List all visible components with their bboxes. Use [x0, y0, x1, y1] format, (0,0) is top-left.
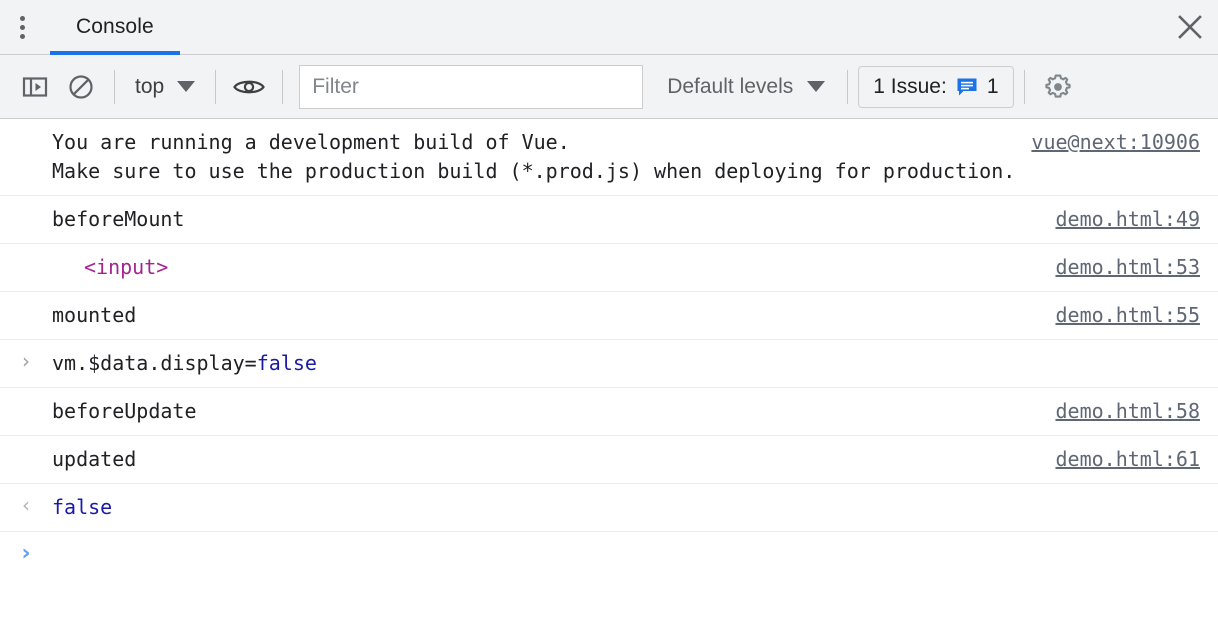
issues-count: 1: [987, 75, 999, 99]
console-row-gutter: [0, 397, 52, 399]
console-row[interactable]: mounted demo.html:55: [0, 292, 1218, 340]
command-chevron-icon: ›: [22, 351, 30, 371]
more-vertical-icon[interactable]: [0, 0, 44, 54]
tab-console[interactable]: Console: [50, 0, 180, 54]
console-row[interactable]: updated demo.html:61: [0, 436, 1218, 484]
tabbar-spacer: [180, 0, 1162, 54]
source-link[interactable]: demo.html:58: [1056, 397, 1201, 426]
console-message-text: updated: [52, 445, 1056, 474]
console-row[interactable]: <input> demo.html:53: [0, 244, 1218, 292]
console-row-gutter: [0, 301, 52, 303]
execution-context-value: top: [135, 75, 164, 99]
command-keyword: false: [257, 351, 317, 375]
console-message-text: mounted: [52, 301, 1056, 330]
issues-label: 1 Issue:: [873, 75, 947, 99]
chevron-down-icon: [177, 81, 195, 92]
console-row-gutter: [0, 445, 52, 447]
console-result-row[interactable]: ‹ false: [0, 484, 1218, 532]
log-levels-selector[interactable]: Default levels: [655, 67, 837, 107]
result-chevron-icon: ‹: [22, 495, 30, 515]
issues-badge[interactable]: 1 Issue: 1: [858, 66, 1013, 108]
devtools-tabbar: Console: [0, 0, 1218, 55]
chevron-down-icon: [807, 81, 825, 92]
console-row[interactable]: beforeMount demo.html:49: [0, 196, 1218, 244]
source-link[interactable]: vue@next:10906: [1031, 128, 1200, 157]
toolbar-divider-1: [114, 70, 115, 104]
command-expression: vm.$data.display=: [52, 351, 257, 375]
prompt-chevron-icon: ›: [21, 543, 30, 565]
console-message-text: beforeUpdate: [52, 397, 1056, 426]
dom-node-token[interactable]: <input>: [84, 255, 168, 279]
show-console-sidebar-icon[interactable]: [12, 64, 58, 110]
toolbar-divider-4: [847, 70, 848, 104]
source-link[interactable]: demo.html:61: [1056, 445, 1201, 474]
console-row-gutter: ›: [0, 541, 52, 565]
execution-context-selector[interactable]: top: [125, 67, 205, 107]
console-command-row[interactable]: › vm.$data.display=false: [0, 340, 1218, 388]
eye-icon[interactable]: [226, 64, 272, 110]
console-prompt-row[interactable]: ›: [0, 532, 1218, 578]
console-result-text: false: [52, 493, 1200, 522]
toolbar-divider-3: [282, 70, 283, 104]
filter-placeholder: Filter: [312, 75, 359, 99]
tab-console-label: Console: [76, 15, 154, 39]
console-row-gutter: [0, 205, 52, 207]
issue-message-icon: [956, 77, 978, 97]
console-message-text: beforeMount: [52, 205, 1056, 234]
source-link[interactable]: demo.html:55: [1056, 301, 1201, 330]
console-message-text: <input>: [52, 253, 1056, 282]
console-row-gutter: [0, 253, 52, 255]
filter-input[interactable]: Filter: [299, 65, 643, 109]
source-link[interactable]: demo.html:49: [1056, 205, 1201, 234]
clear-console-icon[interactable]: [58, 64, 104, 110]
devtools-panel: Console top: [0, 0, 1218, 643]
console-row[interactable]: beforeUpdate demo.html:58: [0, 388, 1218, 436]
result-keyword: false: [52, 495, 112, 519]
toolbar-divider-2: [215, 70, 216, 104]
log-levels-value: Default levels: [667, 75, 793, 99]
console-row-gutter: ‹: [0, 493, 52, 515]
toolbar-divider-5: [1024, 70, 1025, 104]
console-row-gutter: [0, 128, 52, 130]
console-message-text: You are running a development build of V…: [52, 128, 1031, 186]
console-row[interactable]: You are running a development build of V…: [0, 119, 1218, 196]
gear-icon[interactable]: [1035, 64, 1081, 110]
console-command-text: vm.$data.display=false: [52, 349, 1200, 378]
console-toolbar: top Filter Default levels 1 Issue:: [0, 55, 1218, 119]
console-message-list[interactable]: You are running a development build of V…: [0, 119, 1218, 643]
source-link[interactable]: demo.html:53: [1056, 253, 1201, 282]
close-icon[interactable]: [1162, 0, 1218, 54]
console-row-gutter: ›: [0, 349, 52, 371]
